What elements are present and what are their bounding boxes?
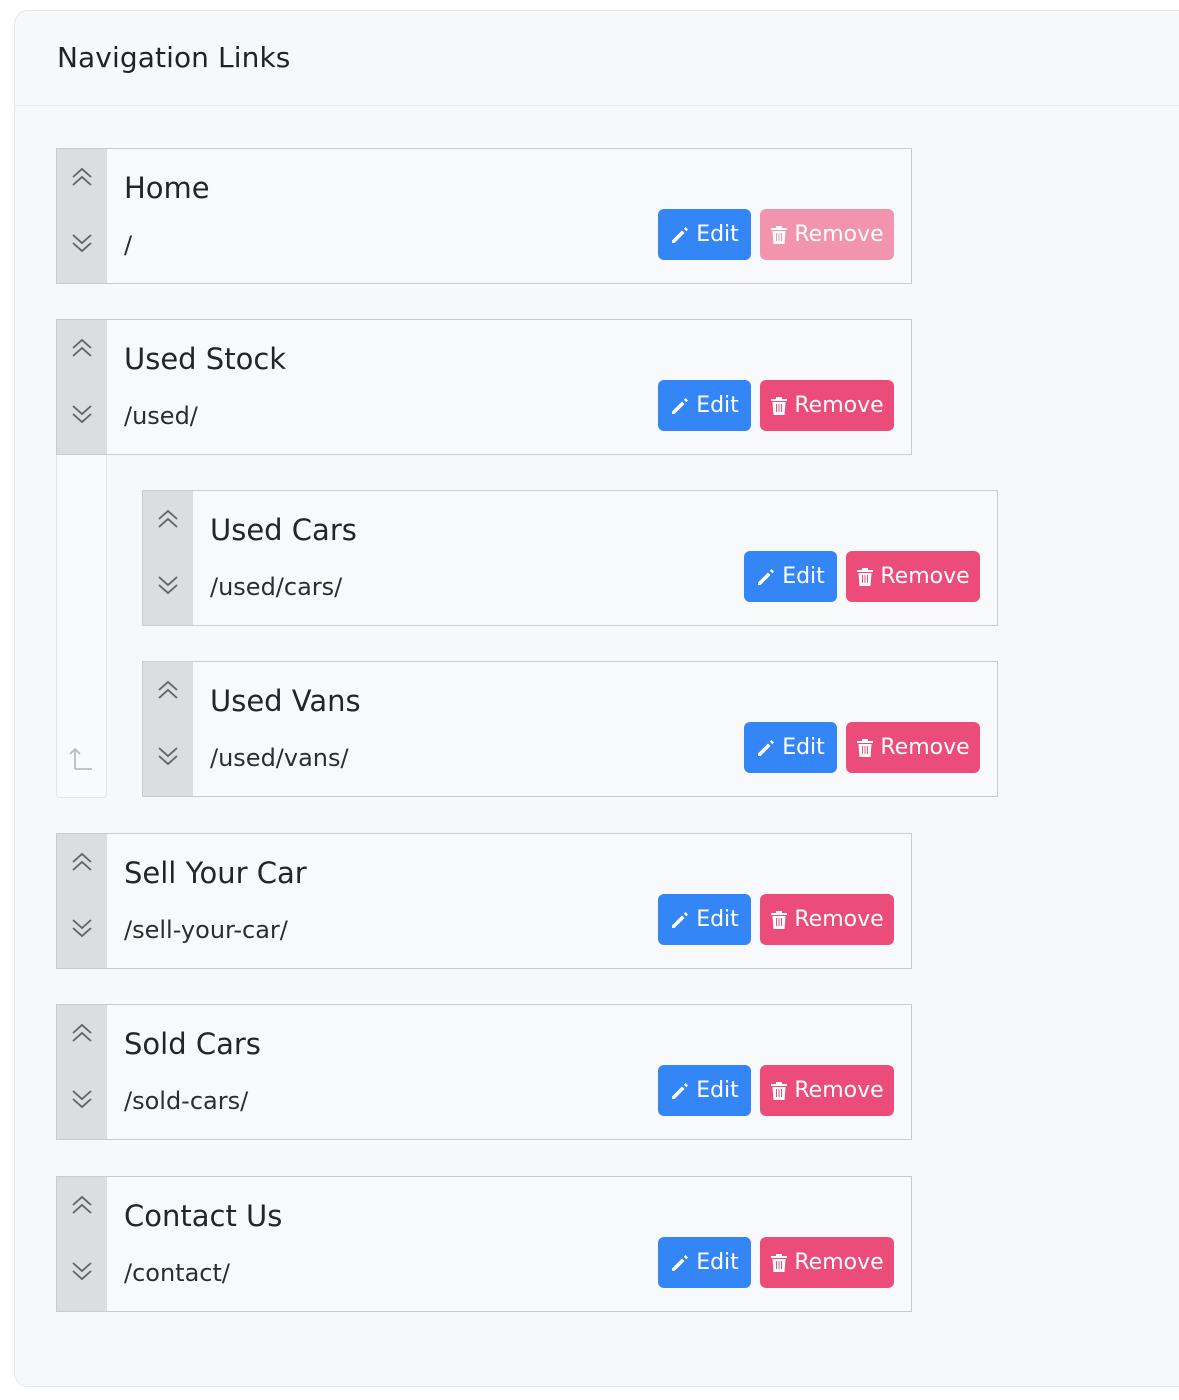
edit-button[interactable]: Edit xyxy=(744,551,837,602)
edit-button[interactable]: Edit xyxy=(658,380,751,431)
edit-button-label: Edit xyxy=(696,393,739,418)
remove-button[interactable]: Remove xyxy=(760,1237,894,1288)
double-chevron-down-icon[interactable] xyxy=(69,915,95,941)
nav-link-url: /sell-your-car/ xyxy=(124,916,288,944)
remove-button-label: Remove xyxy=(880,735,970,760)
nav-link-title: Used Vans xyxy=(210,684,361,718)
remove-button-label: Remove xyxy=(794,1078,884,1103)
double-chevron-up-icon[interactable] xyxy=(155,677,181,703)
remove-button-label: Remove xyxy=(880,564,970,589)
nav-link-url: /used/cars/ xyxy=(210,573,343,601)
pencil-icon xyxy=(756,738,782,758)
edit-button-label: Edit xyxy=(696,907,739,932)
trash-icon xyxy=(770,1081,794,1101)
edit-button[interactable]: Edit xyxy=(658,1065,751,1116)
nav-link-item[interactable]: Used Cars/used/cars/Edit Remove xyxy=(142,490,998,641)
double-chevron-down-icon[interactable] xyxy=(69,1086,95,1112)
double-chevron-down-icon[interactable] xyxy=(69,1258,95,1284)
pencil-icon xyxy=(670,1081,696,1101)
nav-link-title: Used Cars xyxy=(210,513,357,547)
nav-link-url: / xyxy=(124,231,133,259)
double-chevron-down-icon[interactable] xyxy=(69,401,95,427)
child-indent-rail xyxy=(56,454,107,798)
nav-link-title: Sold Cars xyxy=(124,1027,261,1061)
trash-icon xyxy=(856,738,880,758)
remove-button-label: Remove xyxy=(794,393,884,418)
drag-handle[interactable] xyxy=(57,1005,107,1139)
drag-handle[interactable] xyxy=(57,149,107,283)
edit-button[interactable]: Edit xyxy=(658,209,751,260)
trash-icon xyxy=(770,910,794,930)
edit-button-label: Edit xyxy=(782,735,825,760)
pencil-icon xyxy=(756,567,782,587)
remove-button[interactable]: Remove xyxy=(846,551,980,602)
double-chevron-up-icon[interactable] xyxy=(155,506,181,532)
nav-link-item[interactable]: Home / Edit Remove xyxy=(56,148,912,299)
remove-button-label: Remove xyxy=(794,907,884,932)
double-chevron-up-icon[interactable] xyxy=(69,1020,95,1046)
double-chevron-down-icon[interactable] xyxy=(155,743,181,769)
nav-link-item[interactable]: Sold Cars/sold-cars/Edit Remove xyxy=(56,1004,912,1155)
nav-link-title: Contact Us xyxy=(124,1199,283,1233)
nav-link-item[interactable]: Sell Your Car/sell-your-car/Edit Remove xyxy=(56,833,912,984)
double-chevron-up-icon[interactable] xyxy=(69,849,95,875)
pencil-icon xyxy=(670,225,696,245)
outdent-arrow-icon[interactable] xyxy=(65,743,97,775)
nav-link-url: /used/vans/ xyxy=(210,744,349,772)
nav-link-url: /sold-cars/ xyxy=(124,1087,249,1115)
nav-link-title: Sell Your Car xyxy=(124,856,307,890)
nav-link-item[interactable]: Contact Us/contact/Edit Remove xyxy=(56,1176,912,1327)
trash-icon xyxy=(770,1253,794,1273)
drag-handle[interactable] xyxy=(143,662,193,796)
nav-link-url: /used/ xyxy=(124,402,198,430)
edit-button[interactable]: Edit xyxy=(658,894,751,945)
double-chevron-down-icon[interactable] xyxy=(69,230,95,256)
nav-link-url: /contact/ xyxy=(124,1259,230,1287)
drag-handle[interactable] xyxy=(143,491,193,625)
edit-button-label: Edit xyxy=(696,222,739,247)
edit-button-label: Edit xyxy=(696,1250,739,1275)
pencil-icon xyxy=(670,396,696,416)
trash-icon xyxy=(770,225,794,245)
remove-button-label: Remove xyxy=(794,1250,884,1275)
drag-handle[interactable] xyxy=(57,320,107,454)
double-chevron-up-icon[interactable] xyxy=(69,164,95,190)
double-chevron-down-icon[interactable] xyxy=(155,572,181,598)
remove-button[interactable]: Remove xyxy=(760,380,894,431)
remove-button[interactable]: Remove xyxy=(760,894,894,945)
panel-header: Navigation Links xyxy=(15,11,1179,106)
edit-button[interactable]: Edit xyxy=(658,1237,751,1288)
trash-icon xyxy=(770,396,794,416)
panel-title: Navigation Links xyxy=(57,41,291,74)
pencil-icon xyxy=(670,910,696,930)
edit-button-label: Edit xyxy=(696,1078,739,1103)
remove-button[interactable]: Remove xyxy=(760,1065,894,1116)
nav-link-item[interactable]: Used Vans/used/vans/Edit Remove xyxy=(142,661,998,812)
edit-button[interactable]: Edit xyxy=(744,722,837,773)
trash-icon xyxy=(856,567,880,587)
remove-button-label: Remove xyxy=(794,222,884,247)
drag-handle[interactable] xyxy=(57,834,107,968)
nav-link-title: Home xyxy=(124,171,210,205)
pencil-icon xyxy=(670,1253,696,1273)
double-chevron-up-icon[interactable] xyxy=(69,1192,95,1218)
remove-button[interactable]: Remove xyxy=(760,209,894,260)
nav-link-item[interactable]: Used Stock/used/Edit Remove xyxy=(56,319,912,470)
edit-button-label: Edit xyxy=(782,564,825,589)
nav-link-title: Used Stock xyxy=(124,342,287,376)
double-chevron-up-icon[interactable] xyxy=(69,335,95,361)
remove-button[interactable]: Remove xyxy=(846,722,980,773)
drag-handle[interactable] xyxy=(57,1177,107,1311)
